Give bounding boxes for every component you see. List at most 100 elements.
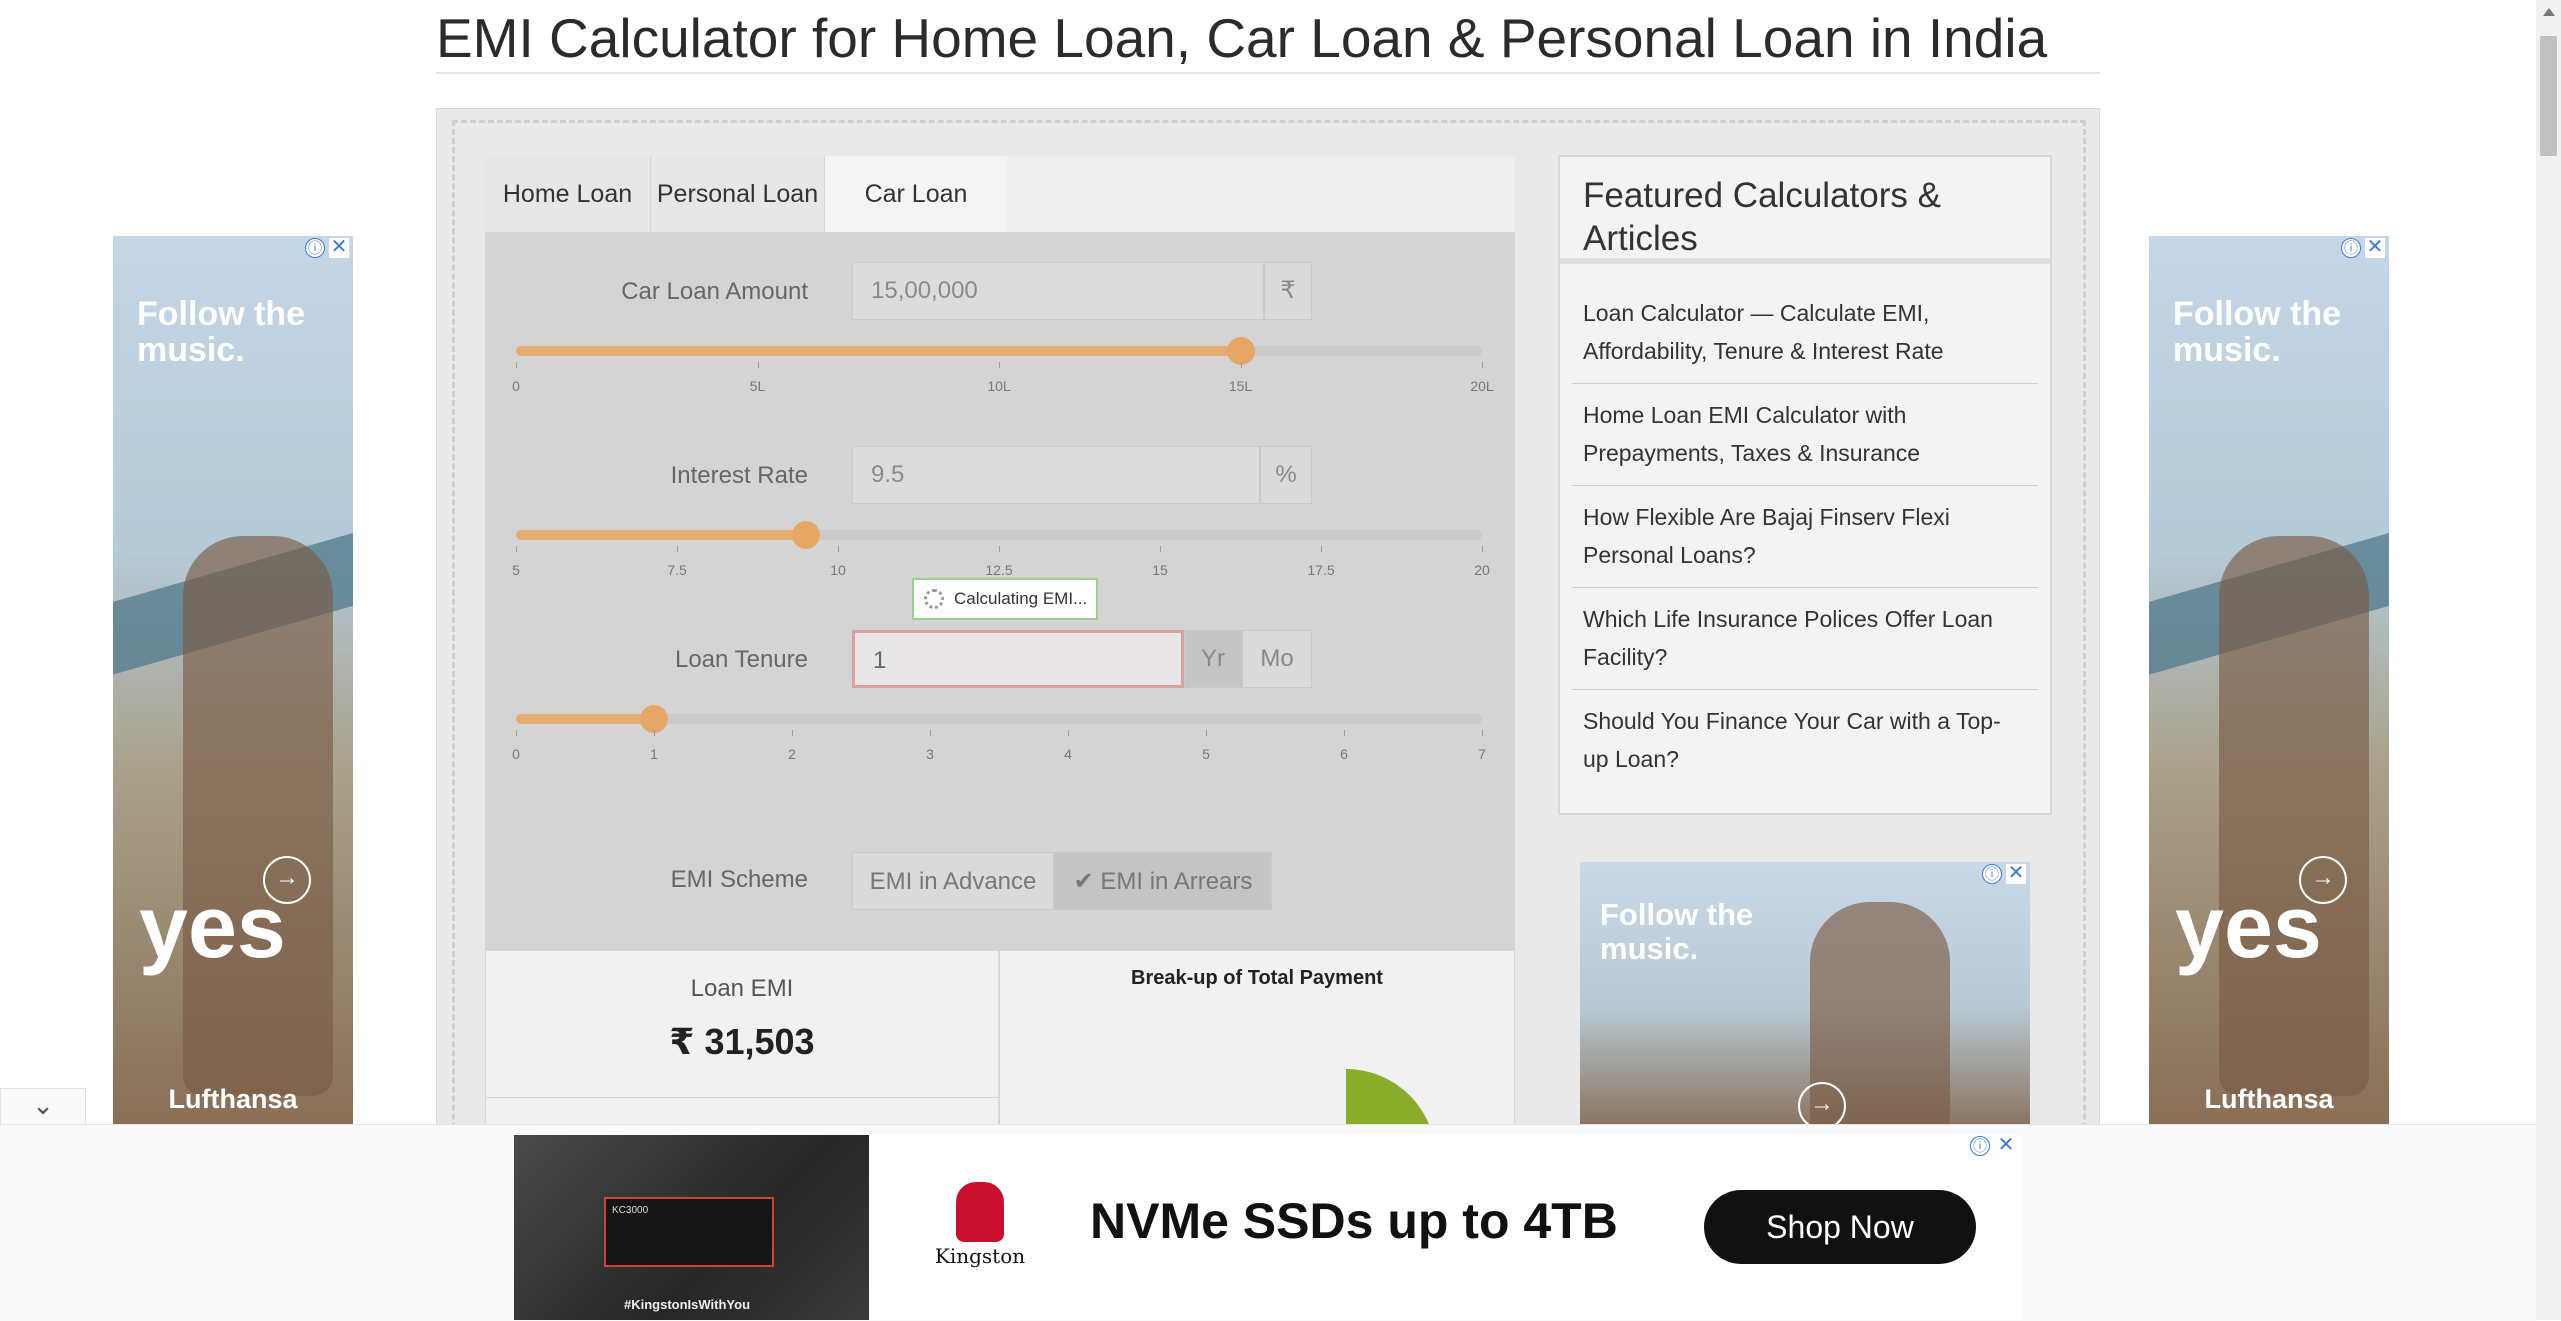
- car-loan-amount-input[interactable]: 15,00,000: [852, 262, 1264, 320]
- amount-tick-mark: [516, 362, 517, 368]
- interest-rate-label: Interest Rate: [670, 462, 808, 489]
- amount-slider-handle[interactable]: [1226, 337, 1255, 365]
- tenure-slider-fill: [516, 714, 654, 724]
- emi-in-arrears-button[interactable]: ✔ EMI in Arrears: [1054, 852, 1272, 910]
- shop-now-button[interactable]: Shop Now: [1704, 1190, 1976, 1264]
- tenure-tick-mark: [930, 730, 931, 736]
- loading-spinner-icon: [924, 589, 944, 609]
- emi-in-advance-button[interactable]: EMI in Advance: [852, 852, 1054, 910]
- ad-close-icon[interactable]: ✕: [329, 237, 349, 258]
- scroll-up-arrow-icon[interactable]: [2543, 8, 2555, 16]
- featured-link-loan-calculator[interactable]: Loan Calculator — Calculate EMI, Afforda…: [1583, 294, 2023, 370]
- calculating-text: Calculating EMI...: [954, 589, 1088, 608]
- amount-tick-label: 10L: [987, 378, 1011, 394]
- tenure-tick-label: 6: [1340, 746, 1348, 762]
- ad-headline: Follow the music.: [1600, 897, 1754, 966]
- tenure-tick-label: 1: [650, 746, 658, 762]
- amount-slider-fill: [516, 346, 1241, 356]
- collapse-ad-button[interactable]: ⌄: [0, 1088, 86, 1124]
- amount-tick-mark: [999, 362, 1000, 368]
- tenure-year-toggle[interactable]: Yr: [1184, 630, 1242, 688]
- ad-brand: Lufthansa: [2204, 1084, 2334, 1114]
- amount-tick-mark: [1482, 362, 1483, 368]
- right-side-ad[interactable]: Follow the music. yes → Lufthansa ⓘ ✕: [2149, 236, 2389, 1126]
- emi-scheme-label: EMI Scheme: [670, 866, 808, 893]
- interest-tick-mark: [677, 546, 678, 552]
- car-loan-amount-label: Car Loan Amount: [621, 278, 808, 305]
- calculating-indicator: Calculating EMI...: [912, 578, 1098, 620]
- featured-link-bajaj-flexi[interactable]: How Flexible Are Bajaj Finserv Flexi Per…: [1583, 498, 2023, 574]
- tenure-tick-label: 5: [1202, 746, 1210, 762]
- interest-tick-label: 5: [512, 562, 520, 578]
- sidebar-ad[interactable]: Follow the music. → ⓘ ✕: [1580, 862, 2030, 1126]
- ad-yes-text: yes: [2175, 877, 2322, 976]
- interest-slider-handle[interactable]: [791, 521, 820, 549]
- page: EMI Calculator for Home Loan, Car Loan &…: [0, 0, 2561, 1321]
- scrollbar-thumb[interactable]: [2540, 36, 2557, 156]
- banner-headline: NVMe SSDs up to 4TB: [1090, 1193, 1618, 1249]
- ad-headline: Follow the music.: [2173, 295, 2342, 369]
- ad-brand: Lufthansa: [168, 1084, 298, 1114]
- tab-car-loan[interactable]: Car Loan: [825, 156, 1007, 232]
- tab-personal-loan[interactable]: Personal Loan: [651, 156, 825, 232]
- tenure-tick-mark: [654, 730, 655, 736]
- tenure-month-toggle[interactable]: Mo: [1242, 630, 1312, 688]
- interest-rate-input[interactable]: 9.5: [852, 446, 1260, 504]
- amount-tick-mark: [757, 362, 759, 368]
- interest-tick-label: 10: [830, 562, 846, 578]
- chevron-down-icon: ⌄: [32, 1090, 54, 1120]
- tenure-tick-mark: [1482, 730, 1483, 736]
- loan-emi-value: ₹ 31,503: [669, 1021, 815, 1062]
- left-side-ad[interactable]: Follow the music. yes → Lufthansa ⓘ ✕: [113, 236, 353, 1126]
- ssd-product: KC3000: [604, 1197, 774, 1267]
- tenure-tick-mark: [1344, 730, 1345, 736]
- title-divider: [436, 72, 2100, 74]
- ad-close-icon[interactable]: ✕: [1996, 1135, 2016, 1156]
- loan-tenure-input[interactable]: 1: [852, 630, 1184, 688]
- banner-product-image: KC3000 #KingstonIsWithYou: [514, 1135, 869, 1320]
- tenure-tick-label: 2: [788, 746, 796, 762]
- tab-home-loan[interactable]: Home Loan: [485, 156, 651, 232]
- ad-info-icon[interactable]: ⓘ: [1970, 1136, 1990, 1156]
- loan-emi-label: Loan EMI: [690, 975, 794, 1002]
- rupee-unit: ₹: [1264, 262, 1312, 320]
- amount-tick-label: 15L: [1228, 378, 1253, 394]
- ad-info-icon[interactable]: ⓘ: [305, 238, 325, 258]
- interest-tick-label: 12.5: [985, 562, 1013, 578]
- kingston-logo: Kingston: [934, 1182, 1026, 1268]
- loan-tenure-label: Loan Tenure: [674, 646, 808, 673]
- interest-tick-mark: [999, 546, 1000, 552]
- interest-slider-fill: [516, 530, 806, 540]
- ad-info-icon[interactable]: ⓘ: [1982, 864, 2002, 884]
- featured-link-life-insurance[interactable]: Which Life Insurance Polices Offer Loan …: [1583, 600, 2023, 676]
- featured-link-home-loan-emi[interactable]: Home Loan EMI Calculator with Prepayment…: [1583, 396, 2023, 472]
- tenure-tick-mark: [1068, 730, 1069, 736]
- tenure-tick-label: 7: [1478, 746, 1486, 762]
- interest-tick-mark: [516, 546, 517, 552]
- emi-in-arrears-label: EMI in Arrears: [1100, 868, 1253, 895]
- page-title: EMI Calculator for Home Loan, Car Loan &…: [436, 7, 2048, 69]
- interest-tick-mark: [1160, 546, 1161, 552]
- ad-photo: [183, 536, 333, 1096]
- kingston-head-icon: [956, 1182, 1004, 1242]
- ad-arrow-icon[interactable]: →: [1798, 1082, 1846, 1126]
- tenure-tick-mark: [1206, 730, 1207, 736]
- interest-tick-label: 15: [1152, 562, 1168, 578]
- interest-tick-label: 17.5: [1307, 562, 1335, 578]
- ad-info-icon[interactable]: ⓘ: [2341, 238, 2361, 258]
- amount-tick-label: 0: [512, 378, 520, 394]
- page-scrollbar[interactable]: [2536, 0, 2561, 1320]
- featured-link-top-up-loan[interactable]: Should You Finance Your Car with a Top-u…: [1583, 702, 2023, 778]
- ad-close-icon[interactable]: ✕: [2006, 863, 2026, 884]
- ad-close-icon[interactable]: ✕: [2365, 237, 2385, 258]
- ad-arrow-icon[interactable]: →: [263, 856, 311, 904]
- banner-tagline: #KingstonIsWithYou: [624, 1297, 751, 1312]
- tenure-tick-label: 3: [926, 746, 934, 762]
- percent-unit: %: [1260, 446, 1312, 504]
- ad-yes-text: yes: [139, 877, 286, 976]
- breakup-chart-title: Break-up of Total Payment: [1131, 967, 1383, 989]
- ad-photo: [2219, 536, 2369, 1096]
- tenure-slider-handle[interactable]: [640, 705, 668, 733]
- tenure-tick-label: 0: [512, 746, 520, 762]
- ad-arrow-icon[interactable]: →: [2299, 856, 2347, 904]
